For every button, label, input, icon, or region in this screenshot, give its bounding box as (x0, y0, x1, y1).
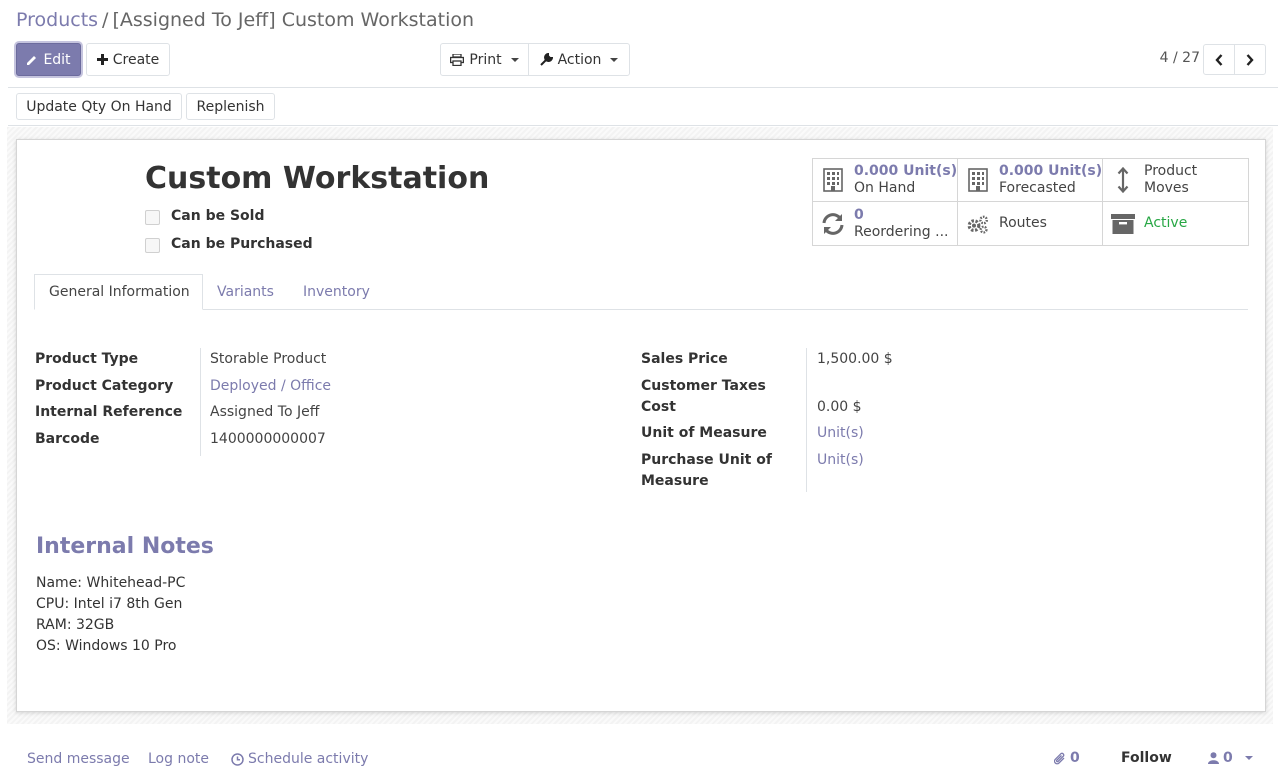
schedule-activity-label: Schedule activity (248, 751, 369, 767)
chevron-down-icon (1244, 756, 1253, 760)
product-moves-button[interactable]: Product Moves (1103, 159, 1248, 202)
internal-reference-label: Internal Reference (35, 404, 183, 420)
product-moves-line2: Moves (1144, 180, 1189, 196)
product-category-label: Product Category (35, 378, 174, 394)
can-be-purchased-label[interactable]: Can be Purchased (171, 236, 313, 252)
create-button-label: Create (112, 51, 160, 68)
tab-inventory[interactable]: Inventory (289, 274, 384, 310)
on-hand-label: On Hand (854, 180, 916, 196)
sales-price-value[interactable]: 1,500.00 $ (817, 349, 893, 370)
edit-button[interactable]: Edit (16, 43, 81, 76)
active-label: Active (1144, 215, 1188, 231)
internal-notes-body[interactable]: Name: Whitehead-PC CPU: Intel i7 8th Gen… (36, 573, 185, 657)
routes-button[interactable]: Routes (958, 202, 1103, 245)
internal-notes-title: Internal Notes (36, 534, 214, 559)
unit-of-measure-label: Unit of Measure (641, 425, 767, 441)
pencil-icon (27, 55, 37, 65)
purchase-uom-label-line2: Measure (641, 473, 709, 489)
active-toggle-button[interactable]: Active (1103, 202, 1248, 245)
print-icon (450, 53, 465, 66)
breadcrumb-current: [Assigned To Jeff] Custom Workstation (112, 9, 475, 31)
action-label: Action (557, 51, 602, 68)
tab-variants[interactable]: Variants (203, 274, 288, 310)
customer-taxes-label: Customer Taxes (641, 378, 766, 394)
smart-buttons: 0.000 Unit(s) On Hand 0.000 Unit(s) Foreca… (812, 158, 1249, 246)
refresh-icon (821, 212, 845, 236)
internal-reference-value[interactable]: Assigned To Jeff (210, 402, 319, 423)
update-qty-on-hand-button[interactable]: Update Qty On Hand (16, 93, 182, 120)
chevron-left-icon (1215, 53, 1223, 66)
can-be-purchased-checkbox[interactable] (145, 238, 160, 253)
replenish-button[interactable]: Replenish (186, 93, 275, 120)
statusbar-divider (8, 125, 1278, 126)
follow-button[interactable]: Follow (1121, 750, 1172, 766)
product-type-label: Product Type (35, 351, 139, 367)
product-name[interactable]: Custom Workstation (145, 161, 489, 196)
print-dropdown-button[interactable]: Print (440, 43, 529, 76)
barcode-label: Barcode (35, 431, 100, 447)
can-be-sold-label[interactable]: Can be Sold (171, 208, 264, 224)
breadcrumb: Products / [Assigned To Jeff] Custom Works… (16, 9, 474, 31)
schedule-activity-link[interactable]: Schedule activity (231, 751, 368, 767)
control-panel-divider (8, 87, 1278, 88)
product-type-value[interactable]: Storable Product (210, 349, 326, 370)
reordering-rules-button[interactable]: 0 Reordering ... (813, 202, 958, 245)
create-button[interactable]: Create (86, 43, 170, 76)
tab-general-information[interactable]: General Information (34, 274, 203, 310)
purchase-uom-label-line1: Purchase Unit of (641, 452, 772, 468)
pager-previous-button[interactable] (1203, 44, 1235, 75)
plus-icon (96, 54, 108, 65)
building-icon (821, 168, 845, 192)
forecasted-button[interactable]: 0.000 Unit(s) Forecasted (958, 159, 1103, 202)
archive-icon (1111, 212, 1135, 236)
barcode-value[interactable]: 1400000000007 (210, 429, 326, 450)
user-icon (1208, 752, 1219, 764)
action-dropdown-button[interactable]: Action (528, 43, 630, 76)
cost-label: Cost (641, 399, 676, 415)
right-group-divider (806, 348, 807, 492)
paperclip-icon (1054, 752, 1065, 764)
can-be-sold-checkbox[interactable] (145, 210, 160, 225)
followers-count: 0 (1223, 750, 1233, 766)
unit-of-measure-link[interactable]: Unit(s) (817, 423, 864, 444)
reordering-value: 0 (854, 206, 864, 223)
arrows-v-icon (1111, 167, 1135, 193)
attachments-button[interactable]: 0 (1054, 750, 1080, 766)
on-hand-value: 0.000 Unit(s) (854, 163, 957, 179)
on-hand-button[interactable]: 0.000 Unit(s) On Hand (813, 159, 958, 202)
clock-icon (231, 752, 244, 766)
forecasted-label: Forecasted (999, 180, 1076, 196)
reordering-label: Reordering ... (854, 223, 949, 240)
chevron-down-icon (510, 57, 519, 62)
left-group-divider (200, 348, 201, 456)
pager-value[interactable]: 4 / 27 (1160, 50, 1200, 66)
send-message-link[interactable]: Send message (27, 751, 130, 767)
routes-label: Routes (999, 215, 1047, 231)
print-label: Print (469, 51, 502, 68)
purchase-uom-link[interactable]: Unit(s) (817, 450, 864, 471)
building-icon (966, 168, 990, 192)
log-note-link[interactable]: Log note (148, 751, 209, 767)
sales-price-label: Sales Price (641, 351, 728, 367)
pager-next-button[interactable] (1234, 44, 1266, 75)
edit-button-label: Edit (43, 51, 71, 68)
wrench-icon (539, 53, 553, 66)
product-category-link[interactable]: Deployed / Office (210, 376, 331, 397)
followers-button[interactable]: 0 (1208, 750, 1253, 766)
forecasted-value: 0.000 Unit(s) (999, 163, 1102, 179)
chevron-right-icon (1246, 53, 1254, 66)
attachments-count: 0 (1070, 750, 1080, 766)
cogs-icon (966, 212, 990, 236)
breadcrumb-separator: / (102, 9, 109, 31)
chevron-down-icon (610, 57, 619, 62)
product-moves-line1: Product (1144, 163, 1198, 179)
cost-value[interactable]: 0.00 $ (817, 397, 862, 418)
breadcrumb-products-link[interactable]: Products (16, 9, 98, 31)
